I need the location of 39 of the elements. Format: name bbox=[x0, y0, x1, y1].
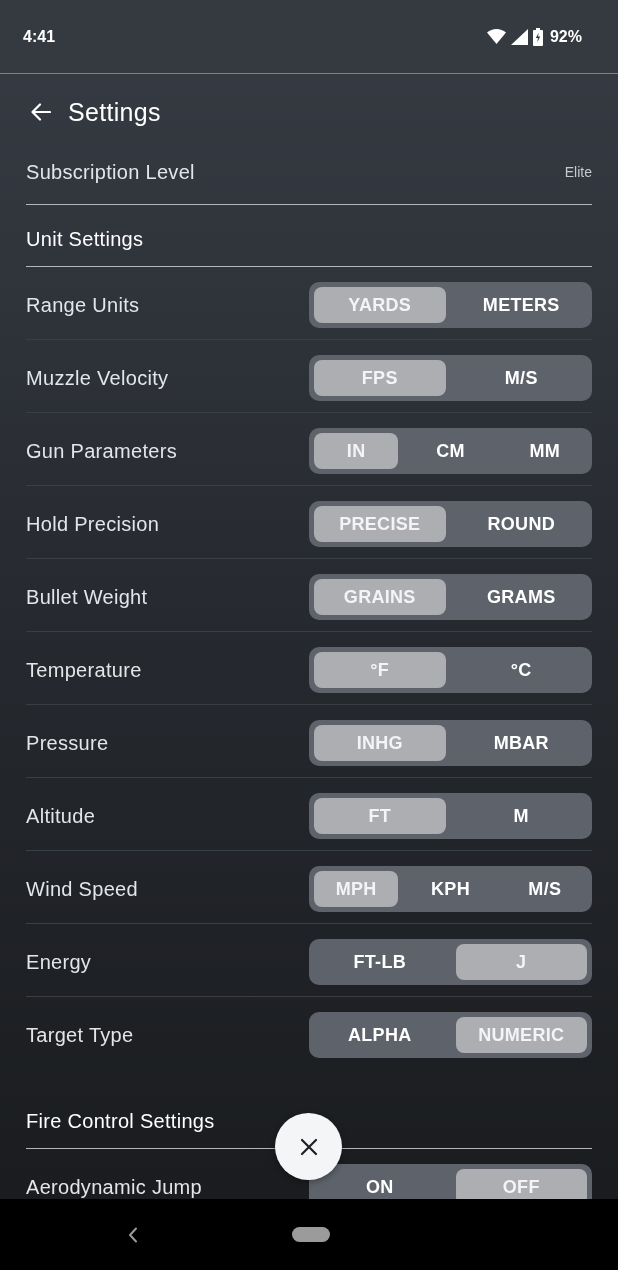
back-arrow-icon[interactable] bbox=[31, 103, 51, 121]
setting-label: Pressure bbox=[26, 731, 109, 755]
toggle-option[interactable]: M bbox=[455, 798, 587, 834]
close-icon bbox=[299, 1137, 318, 1156]
toggle-option[interactable]: M/S bbox=[455, 360, 587, 396]
toggle-option[interactable]: FT-LB bbox=[314, 944, 446, 980]
toggle-option[interactable]: KPH bbox=[408, 871, 493, 907]
toggle-option[interactable]: METERS bbox=[455, 287, 587, 323]
setting-value: Elite bbox=[564, 163, 592, 182]
wifi-icon bbox=[486, 29, 506, 44]
status-time: 4:41 bbox=[23, 27, 56, 46]
setting-label: Altitude bbox=[26, 804, 96, 828]
setting-label: Gun Parameters bbox=[26, 439, 177, 463]
page-title: Settings bbox=[68, 97, 161, 127]
toggle-option[interactable]: MBAR bbox=[455, 725, 587, 761]
home-pill[interactable] bbox=[292, 1227, 330, 1242]
section-title: Unit Settings bbox=[26, 228, 144, 250]
setting-label: Aerodynamic Jump bbox=[26, 1175, 202, 1199]
setting-label: Range Units bbox=[26, 293, 140, 317]
battery-percent: 92% bbox=[549, 27, 582, 46]
toggle-option[interactable]: ROUND bbox=[455, 506, 587, 542]
toggle-option[interactable]: MM bbox=[502, 433, 587, 469]
toggle-option[interactable]: ALPHA bbox=[314, 1017, 446, 1053]
setting-label: Bullet Weight bbox=[26, 585, 148, 609]
toggle-option[interactable]: CM bbox=[408, 433, 493, 469]
toggle-option[interactable]: M/S bbox=[502, 871, 587, 907]
signal-icon bbox=[510, 28, 528, 45]
setting-label: Wind Speed bbox=[26, 877, 138, 901]
section-title: Fire Control Settings bbox=[26, 1110, 215, 1132]
setting-label: Temperature bbox=[26, 658, 142, 682]
toggle-option[interactable]: °C bbox=[455, 652, 587, 688]
setting-label: Subscription Level bbox=[26, 160, 195, 184]
setting-label: Muzzle Velocity bbox=[26, 366, 169, 390]
setting-label: Hold Precision bbox=[26, 512, 160, 536]
toggle-option[interactable]: GRAMS bbox=[455, 579, 587, 615]
toggle-option[interactable]: ON bbox=[314, 1169, 446, 1199]
setting-label: Energy bbox=[26, 950, 92, 974]
battery-icon bbox=[532, 27, 543, 46]
setting-label: Target Type bbox=[26, 1023, 134, 1047]
